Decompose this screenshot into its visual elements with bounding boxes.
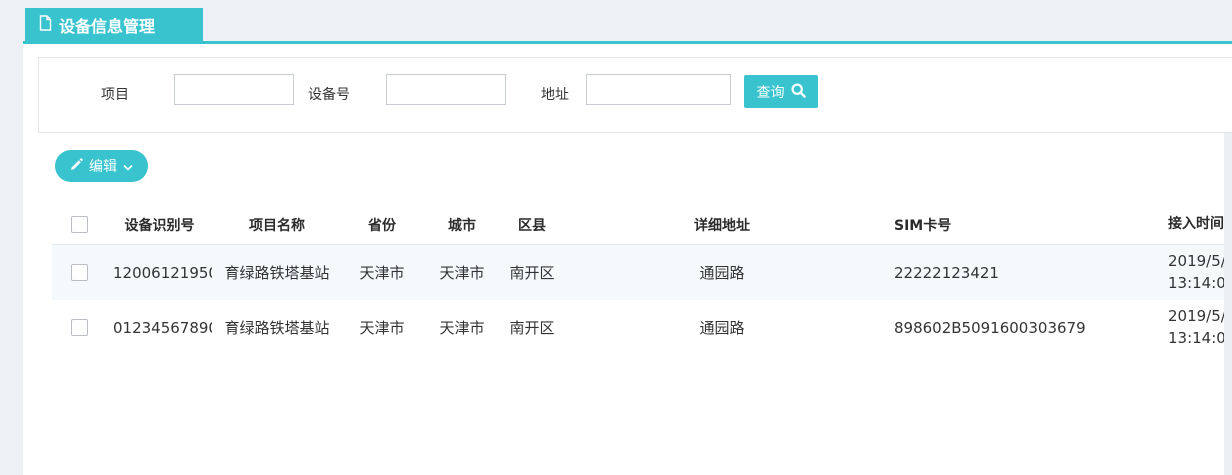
cell-city: 天津市 [422,317,502,338]
document-icon [39,15,52,35]
col-header-province: 省份 [342,215,422,235]
col-header-time: 接入时间 [1152,214,1232,234]
cell-time: 2019/5/29 13:14:07 [1152,306,1232,350]
cell-device-id: 12006121950001 [107,264,212,282]
address-label: 地址 [541,84,569,104]
col-header-district: 区县 [502,215,562,235]
title-underline [23,41,1232,44]
address-input[interactable] [586,74,731,105]
cell-province: 天津市 [342,262,422,283]
cell-device-id: 01234567890123 [107,319,212,337]
col-header-project: 项目名称 [212,215,342,235]
device-number-label: 设备号 [308,84,350,104]
project-input[interactable] [174,74,294,105]
vertical-scrollbar[interactable] [1224,133,1232,475]
row-checkbox-cell [52,264,107,281]
cell-sim: 898602B5091600303679 [882,319,1152,337]
cell-sim: 22222123421 [882,264,1152,282]
col-header-city: 城市 [422,215,502,235]
col-header-sim: SIM卡号 [882,215,1152,235]
cell-project: 育绿路铁塔基站 [212,317,342,338]
device-table: 设备识别号 项目名称 省份 城市 区县 详细地址 SIM卡号 接入时间 1200… [52,205,1232,355]
cell-district: 南开区 [502,317,562,338]
pencil-icon [69,158,83,175]
search-panel: 项目 设备号 地址 查询 [38,57,1232,133]
query-button[interactable]: 查询 [744,75,818,108]
table-header-row: 设备识别号 项目名称 省份 城市 区县 详细地址 SIM卡号 接入时间 [52,205,1232,245]
cell-project: 育绿路铁塔基站 [212,262,342,283]
select-all-checkbox[interactable] [71,216,88,233]
device-number-input[interactable] [386,74,506,105]
cell-district: 南开区 [502,262,562,283]
cell-time: 2019/5/29 13:14:07 [1152,251,1232,295]
col-header-device-id: 设备识别号 [107,215,212,235]
search-icon [791,83,806,101]
chevron-down-icon [123,158,133,174]
project-label: 项目 [101,84,129,104]
row-checkbox[interactable] [71,319,88,336]
edit-button[interactable]: 编辑 [55,150,148,182]
table-row: 01234567890123 育绿路铁塔基站 天津市 天津市 南开区 通园路 8… [52,300,1232,355]
cell-address: 通园路 [562,317,882,338]
col-header-address: 详细地址 [562,215,882,235]
cell-province: 天津市 [342,317,422,338]
cell-city: 天津市 [422,262,502,283]
page-title-tab: 设备信息管理 [25,8,203,41]
page-title: 设备信息管理 [59,13,155,37]
row-checkbox-cell [52,319,107,336]
edit-button-label: 编辑 [89,156,117,176]
query-button-label: 查询 [757,82,785,102]
row-checkbox[interactable] [71,264,88,281]
table-row: 12006121950001 育绿路铁塔基站 天津市 天津市 南开区 通园路 2… [52,245,1232,300]
cell-address: 通园路 [562,262,882,283]
select-all-cell [52,216,107,233]
